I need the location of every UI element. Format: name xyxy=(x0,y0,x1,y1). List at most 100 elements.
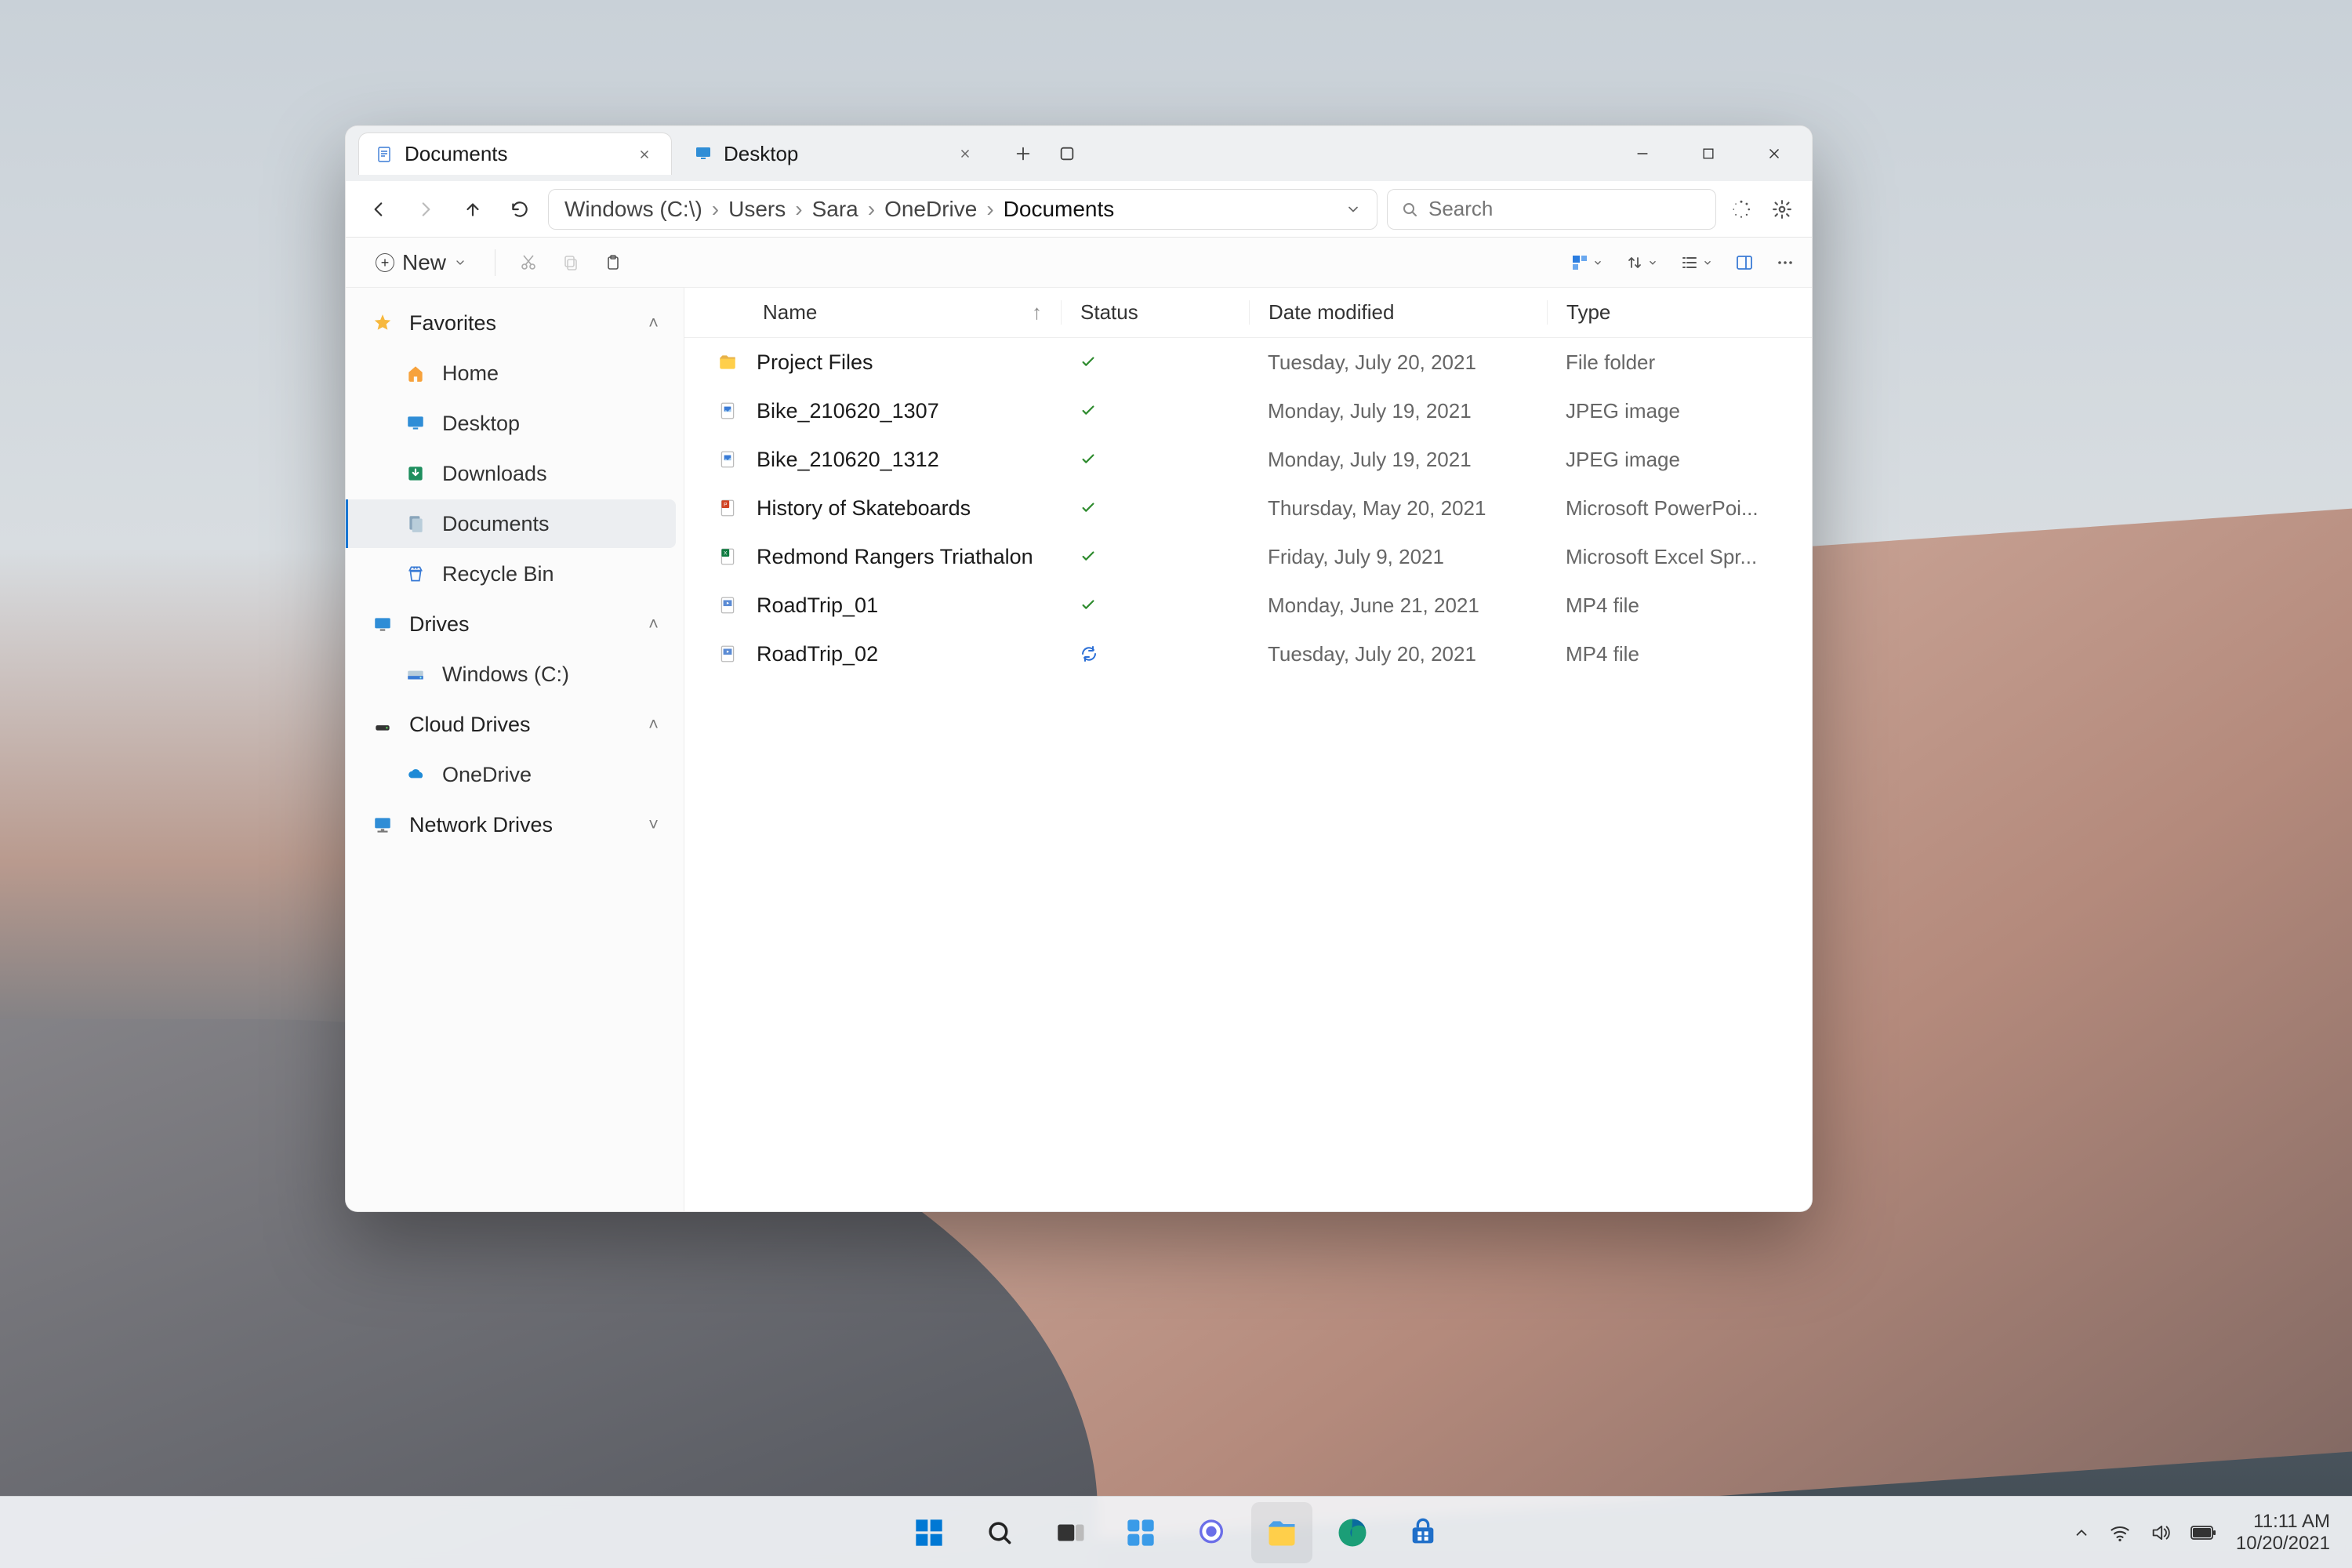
sidebar-item-label: Home xyxy=(442,361,659,386)
chevron-up-icon: ˄ xyxy=(648,313,659,333)
new-button[interactable]: + New xyxy=(363,245,479,280)
tab-overview-button[interactable] xyxy=(1048,135,1086,172)
breadcrumb-segment[interactable]: OneDrive xyxy=(880,194,982,224)
breadcrumb-segment[interactable]: Sara xyxy=(808,194,863,224)
start-button[interactable] xyxy=(898,1502,960,1563)
system-tray: 11:11 AM 10/20/2021 xyxy=(2073,1511,2352,1554)
file-row[interactable]: Bike_210620_1312 Monday, July 19, 2021 J… xyxy=(684,435,1812,484)
breadcrumb-separator: › xyxy=(790,197,807,221)
widgets-button[interactable] xyxy=(1110,1502,1171,1563)
file-type: MP4 file xyxy=(1547,642,1812,666)
copy-button[interactable] xyxy=(554,245,588,280)
edge-taskbar[interactable] xyxy=(1322,1502,1383,1563)
file-status xyxy=(1061,548,1249,565)
file-status xyxy=(1061,499,1249,517)
more-button[interactable] xyxy=(1776,253,1795,272)
nav-up-button[interactable] xyxy=(454,191,492,228)
chevron-up-icon: ˄ xyxy=(648,614,659,634)
group-button[interactable] xyxy=(1625,253,1658,272)
close-tab-button[interactable] xyxy=(633,143,655,165)
minimize-button[interactable] xyxy=(1610,130,1675,177)
sort-asc-icon: ↑ xyxy=(1032,300,1042,325)
column-type-label: Type xyxy=(1566,300,1610,324)
nav-forward-button[interactable] xyxy=(407,191,445,228)
sidebar-item-label: Desktop xyxy=(442,412,659,436)
file-row[interactable]: RoadTrip_02 Tuesday, July 20, 2021 MP4 f… xyxy=(684,630,1812,678)
documents-icon xyxy=(403,511,428,536)
nav-refresh-button[interactable] xyxy=(501,191,539,228)
tab-label: Documents xyxy=(405,142,622,166)
file-row[interactable]: PHistory of Skateboards Thursday, May 20… xyxy=(684,484,1812,532)
sidebar-item-downloads[interactable]: Downloads xyxy=(346,449,676,498)
desktop-icon xyxy=(403,411,428,436)
file-name: Redmond Rangers Triathalon xyxy=(757,545,1033,569)
breadcrumb-segment[interactable]: Windows (C:\) xyxy=(560,194,707,224)
new-tab-button[interactable] xyxy=(1004,135,1042,172)
mp4-icon xyxy=(716,593,739,617)
file-type: File folder xyxy=(1547,350,1812,375)
onedrive-icon xyxy=(403,762,428,787)
sidebar-item-recycle-bin[interactable]: Recycle Bin xyxy=(346,550,676,598)
nav-back-button[interactable] xyxy=(360,191,397,228)
star-icon xyxy=(370,310,395,336)
breadcrumb-dropdown[interactable] xyxy=(1341,197,1366,222)
sync-activity-icon[interactable] xyxy=(1726,194,1757,225)
file-explorer-taskbar[interactable] xyxy=(1251,1502,1312,1563)
maximize-button[interactable] xyxy=(1675,130,1741,177)
clock[interactable]: 11:11 AM 10/20/2021 xyxy=(2236,1511,2330,1554)
sidebar-item-label: Network Drives xyxy=(409,813,634,837)
sidebar-item-onedrive[interactable]: OneDrive xyxy=(346,750,676,799)
file-type: JPEG image xyxy=(1547,448,1812,472)
breadcrumb-box[interactable]: Windows (C:\)›Users›Sara›OneDrive›Docume… xyxy=(548,189,1377,230)
file-row[interactable]: Project Files Tuesday, July 20, 2021 Fil… xyxy=(684,338,1812,387)
file-row[interactable]: Bike_210620_1307 Monday, July 19, 2021 J… xyxy=(684,387,1812,435)
task-view-button[interactable] xyxy=(1040,1502,1101,1563)
tab-documents[interactable]: Documents xyxy=(358,132,672,175)
close-tab-button[interactable] xyxy=(954,143,976,165)
breadcrumb-segment[interactable]: Documents xyxy=(999,194,1120,224)
svg-text:X: X xyxy=(724,551,728,557)
jpg-icon xyxy=(716,448,739,471)
recycle-icon xyxy=(403,561,428,586)
sort-button[interactable] xyxy=(1570,253,1603,272)
file-modified: Monday, July 19, 2021 xyxy=(1249,399,1547,423)
store-taskbar[interactable] xyxy=(1392,1502,1454,1563)
search-box[interactable] xyxy=(1387,189,1716,230)
settings-button[interactable] xyxy=(1766,194,1798,225)
chat-button[interactable] xyxy=(1181,1502,1242,1563)
column-type[interactable]: Type xyxy=(1547,300,1812,325)
paste-button[interactable] xyxy=(596,245,630,280)
tab-desktop[interactable]: Desktop xyxy=(678,132,992,175)
search-input[interactable] xyxy=(1428,197,1703,221)
sidebar-item-label: Drives xyxy=(409,612,634,637)
sidebar-item-label: Windows (C:) xyxy=(442,662,659,687)
sidebar-item-desktop[interactable]: Desktop xyxy=(346,399,676,448)
column-modified[interactable]: Date modified xyxy=(1249,300,1547,325)
column-status[interactable]: Status xyxy=(1061,300,1249,325)
breadcrumb-segment[interactable]: Users xyxy=(724,194,790,224)
tab-strip: Documents Desktop xyxy=(346,126,1812,181)
cut-button[interactable] xyxy=(511,245,546,280)
column-name[interactable]: Name↑ xyxy=(684,300,1061,325)
sidebar-item-documents[interactable]: Documents xyxy=(346,499,676,548)
wifi-icon[interactable] xyxy=(2109,1522,2131,1544)
file-status xyxy=(1061,402,1249,419)
file-type: JPEG image xyxy=(1547,399,1812,423)
sidebar-item-network-drives[interactable]: Network Drives˅ xyxy=(346,800,676,849)
volume-icon[interactable] xyxy=(2150,1522,2172,1544)
view-button[interactable] xyxy=(1680,253,1713,272)
sidebar-item-favorites[interactable]: Favorites˄ xyxy=(346,299,676,347)
file-row[interactable]: XRedmond Rangers Triathalon Friday, July… xyxy=(684,532,1812,581)
close-button[interactable] xyxy=(1741,130,1807,177)
taskbar-search[interactable] xyxy=(969,1502,1030,1563)
battery-icon[interactable] xyxy=(2190,1524,2217,1541)
sidebar-item-drives[interactable]: Drives ˄ xyxy=(346,600,676,648)
sidebar-item-home[interactable]: Home xyxy=(346,349,676,397)
details-pane-button[interactable] xyxy=(1735,253,1754,272)
file-row[interactable]: RoadTrip_01 Monday, June 21, 2021 MP4 fi… xyxy=(684,581,1812,630)
sidebar-item-windows-c-[interactable]: Windows (C:) xyxy=(346,650,676,699)
tray-overflow[interactable] xyxy=(2073,1524,2090,1541)
svg-text:P: P xyxy=(724,503,727,508)
sidebar-item-cloud-drives[interactable]: Cloud Drives˄ xyxy=(346,700,676,749)
file-status xyxy=(1061,644,1249,663)
